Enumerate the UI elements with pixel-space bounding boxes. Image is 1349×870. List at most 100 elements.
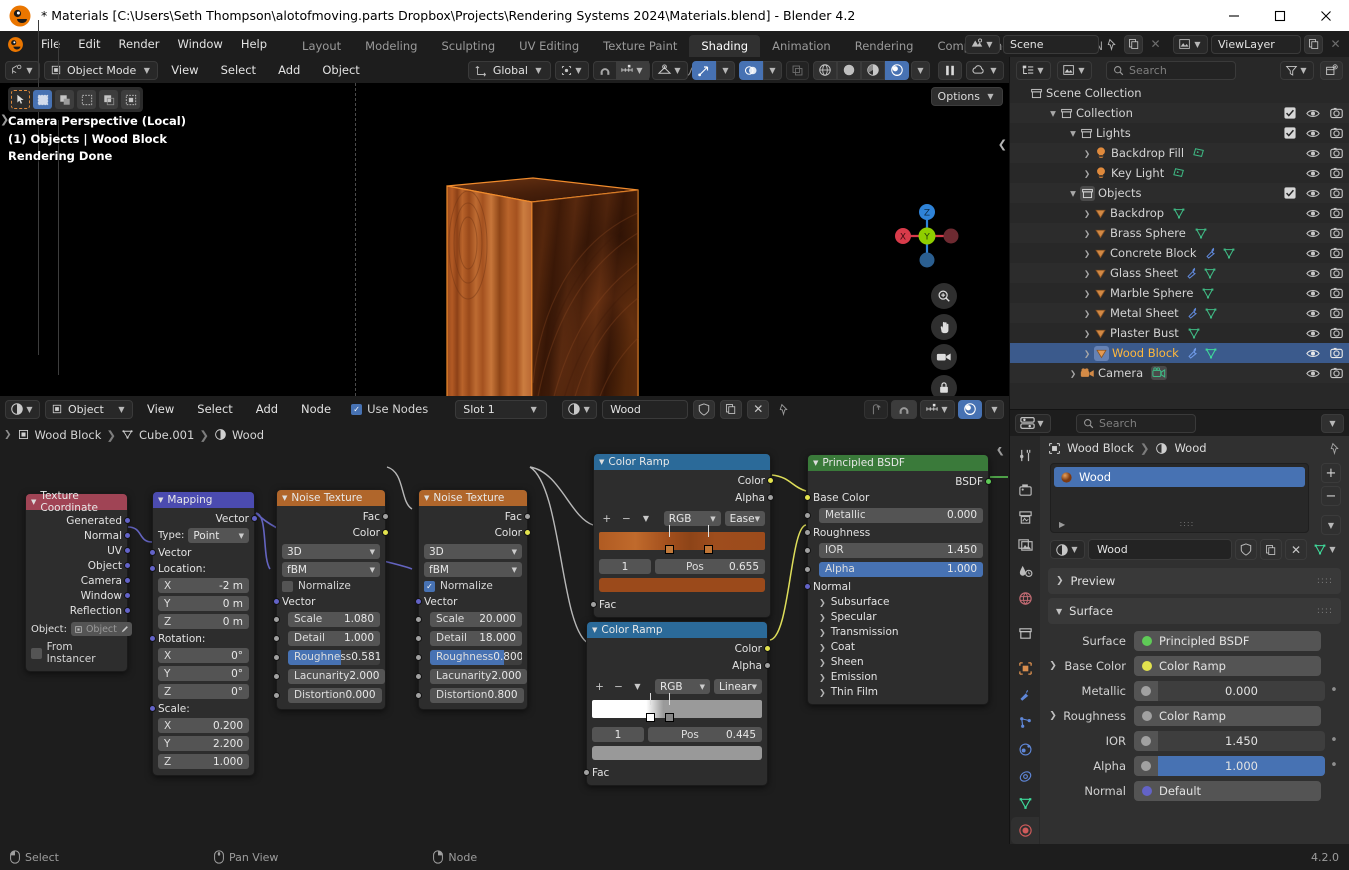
tab-uv-editing[interactable]: UV Editing — [507, 35, 591, 57]
overlays-group[interactable]: ▼ — [739, 60, 782, 80]
viewport-canvas[interactable]: ❯ ❮ Camera Perspective (Local) (1) Objec… — [0, 83, 1009, 396]
shading-mode-group[interactable]: ▼ — [813, 60, 930, 80]
eye-icon[interactable] — [1306, 188, 1320, 199]
checkbox-icon[interactable] — [1284, 127, 1296, 139]
socket-alpha-out[interactable]: Alpha — [592, 659, 771, 672]
outliner-row-lights[interactable]: ▼ Lights — [1010, 123, 1349, 143]
panel-transmission[interactable]: ❯ Transmission — [819, 626, 983, 638]
viewport-sidebar-toggle-right-icon[interactable]: ❮ — [998, 138, 1007, 151]
material-slot-list[interactable]: Wood ▶ :::: — [1050, 463, 1309, 533]
panel-sheen[interactable]: ❯ Sheen — [819, 656, 983, 668]
menu-help[interactable]: Help — [232, 31, 276, 57]
camera-view-icon[interactable] — [931, 344, 957, 370]
node-menu-select[interactable]: Select — [188, 400, 241, 419]
prop-scale[interactable]: Scale 1.080 — [273, 611, 380, 627]
collapse-icon[interactable]: ▼ — [31, 498, 36, 506]
camera-render-icon[interactable] — [1330, 127, 1343, 139]
mesh-data-icon[interactable] — [1222, 247, 1236, 260]
node-shading-rendered-icon[interactable] — [958, 399, 982, 419]
tab-modeling[interactable]: Modeling — [353, 35, 429, 57]
node-mapping[interactable]: ▼ Mapping Vector Type: Point ▼ Vector Loc… — [149, 491, 258, 776]
socket-base-color[interactable]: Base Color — [804, 491, 983, 504]
zoom-view-icon[interactable] — [931, 283, 957, 309]
camera-render-icon[interactable] — [1330, 347, 1343, 359]
visibility-dropdown[interactable]: ▼ — [652, 60, 688, 80]
outliner-display-mode-dropdown[interactable]: ▼ — [1057, 60, 1092, 80]
noise-dimension-dropdown[interactable]: 3D ▼ — [282, 544, 380, 559]
expand-icon[interactable]: ❯ — [1080, 209, 1094, 218]
ramp-menu-icon[interactable]: ▼ — [638, 514, 654, 523]
collapse-icon[interactable]: ▼ — [813, 459, 818, 467]
wrench-icon[interactable] — [1187, 307, 1200, 320]
collapse-icon[interactable]: ▼ — [599, 458, 604, 466]
socket-fac-out[interactable]: Fac — [282, 510, 389, 523]
remove-stop-icon[interactable]: − — [619, 513, 635, 525]
mesh-data-icon[interactable] — [1187, 327, 1201, 340]
eye-icon[interactable] — [1306, 228, 1320, 239]
ramp-menu-icon[interactable]: ▼ — [630, 682, 645, 691]
animate-property-icon[interactable]: • — [1325, 758, 1343, 773]
ramp-stop-1[interactable] — [664, 545, 674, 554]
tab-animation[interactable]: Animation — [760, 35, 843, 57]
ramp-stop-2[interactable] — [703, 545, 713, 554]
tab-scene[interactable] — [1011, 558, 1039, 585]
eye-icon[interactable] — [1306, 308, 1320, 319]
camera-render-icon[interactable] — [1330, 167, 1343, 179]
object-mode-dropdown[interactable]: Object Mode ▼ — [44, 60, 159, 80]
metallic-socket-button[interactable] — [1134, 680, 1158, 701]
socket-normal[interactable]: Normal — [31, 529, 131, 542]
pin-node-tree-icon[interactable] — [774, 400, 793, 419]
outliner-row-glass-sheet[interactable]: ❯ Glass Sheet — [1010, 263, 1349, 283]
scale-x[interactable]: X 0.200 — [158, 718, 249, 733]
socket-bsdf-out[interactable]: BSDF — [813, 475, 992, 488]
tab-tool[interactable] — [1011, 442, 1039, 469]
outliner-row-metal-sheet[interactable]: ❯ Metal Sheet — [1010, 303, 1349, 323]
expand-icon[interactable]: ❯ — [1080, 249, 1094, 258]
add-stop-icon[interactable]: + — [592, 681, 607, 693]
eye-icon[interactable] — [1306, 208, 1320, 219]
new-scene-icon[interactable] — [1124, 34, 1143, 54]
expand-icon[interactable]: ❯ — [1080, 289, 1094, 298]
tab-physics[interactable] — [1011, 736, 1039, 763]
show-overlays-icon[interactable] — [739, 60, 763, 80]
socket-location[interactable]: Location: — [149, 562, 249, 575]
outliner-row-scene-collection[interactable]: Scene Collection — [1010, 83, 1349, 103]
expand-icon[interactable]: ▼ — [1066, 189, 1080, 198]
collapse-icon[interactable]: ▼ — [158, 496, 163, 504]
scale-y[interactable]: Y 2.200 — [158, 736, 249, 751]
maximize-icon[interactable] — [1257, 0, 1303, 31]
properties-breadcrumb-object[interactable]: Wood Block — [1067, 441, 1134, 455]
socket-alpha-out[interactable]: Alpha — [599, 491, 774, 504]
prop-lacunarity[interactable]: Lacunarity 2.000 — [273, 668, 386, 684]
node-header[interactable]: ▼ Texture Coordinate — [26, 490, 127, 514]
prop-metallic[interactable]: Metallic 0.000 — [804, 507, 983, 523]
mesh-data-icon[interactable] — [1204, 347, 1218, 360]
camera-data-icon[interactable] — [1152, 367, 1166, 379]
node-principled-bsdf[interactable]: ▼ Principled BSDF BSDF Base Color Metall… — [804, 454, 992, 705]
normalize-checkbox[interactable]: Normalize — [282, 580, 380, 592]
socket-color-out[interactable]: Color — [599, 474, 774, 487]
panel-preview[interactable]: ❯ Preview :::: — [1048, 568, 1341, 594]
navigation-gizmo[interactable]: Z X Y — [887, 196, 967, 276]
outliner-tree[interactable]: Scene Collection ▼ Collection ▼ Lights ❯… — [38, 20, 1349, 409]
editor-type-shader-icon[interactable]: ▼ — [5, 399, 40, 419]
socket-camera[interactable]: Camera — [31, 574, 131, 587]
outliner-row-camera[interactable]: ❯ Camera — [1010, 363, 1349, 383]
material-browse-icon[interactable]: ▼ — [562, 399, 598, 419]
metallic-slider[interactable]: 0.000 — [1158, 680, 1325, 701]
node-menu-node[interactable]: Node — [292, 400, 340, 419]
expand-icon[interactable]: ❯ — [1080, 269, 1094, 278]
ramp-interpolation-dropdown[interactable]: Linear ▼ — [713, 679, 763, 694]
socket-fac-out[interactable]: Fac — [424, 510, 531, 523]
socket-color-out[interactable]: Color — [424, 526, 531, 539]
expand-icon[interactable]: ❯ — [1080, 349, 1094, 358]
prop-scale[interactable]: Scale 20.000 — [415, 611, 522, 627]
tab-output[interactable] — [1011, 504, 1039, 531]
expand-icon[interactable]: ❯ — [1080, 329, 1094, 338]
eye-icon[interactable] — [1306, 108, 1320, 119]
viewport-menu-object[interactable]: Object — [313, 61, 368, 80]
new-material-copy-icon[interactable] — [720, 399, 743, 419]
unlink-material-icon[interactable]: ✕ — [1284, 539, 1307, 560]
new-viewlayer-icon[interactable] — [1304, 34, 1323, 54]
viewport-menu-add[interactable]: Add — [269, 61, 309, 80]
